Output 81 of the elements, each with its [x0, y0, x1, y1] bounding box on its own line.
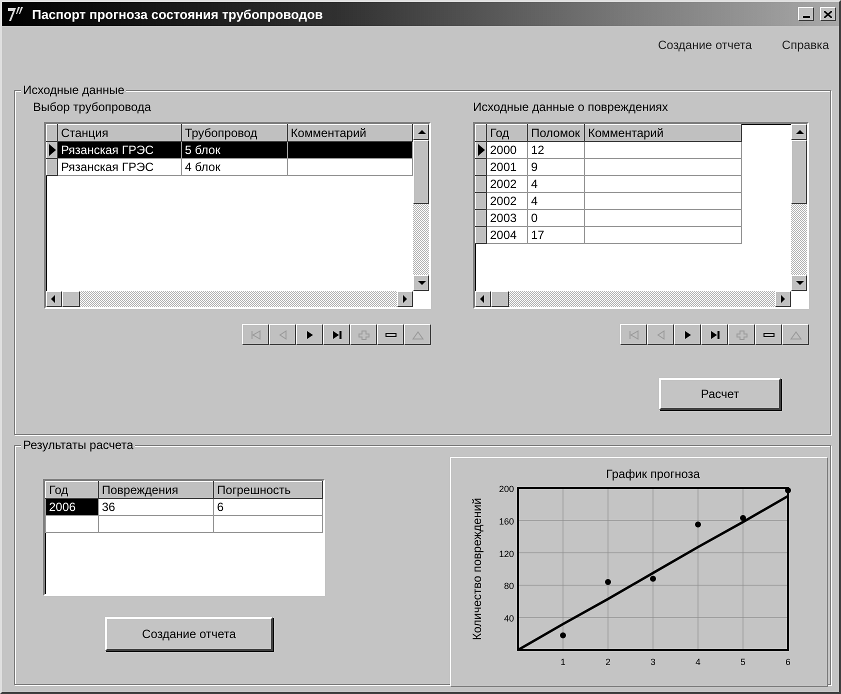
close-icon — [824, 10, 832, 18]
next-record-button[interactable] — [296, 324, 323, 345]
table-cell: 2001 — [486, 158, 528, 176]
data-point — [650, 576, 656, 582]
column-header[interactable]: Трубопровод — [181, 124, 288, 142]
plus-icon — [358, 330, 370, 340]
app-icon — [6, 5, 26, 23]
skip-first-icon — [250, 330, 262, 340]
table-cell: 9 — [528, 158, 584, 176]
section-label: Исходные данные о повреждениях — [473, 99, 668, 115]
plus-icon — [736, 330, 748, 340]
tick-label: 80 — [504, 581, 514, 592]
vertical-scrollbar[interactable] — [791, 124, 807, 291]
minimize-icon — [802, 16, 810, 18]
group-title: Исходные данные — [21, 83, 126, 97]
data-point — [560, 632, 566, 638]
data-point — [785, 487, 791, 494]
last-record-button[interactable] — [701, 324, 728, 345]
table-cell: 17 — [528, 226, 584, 244]
table-cell: 0 — [528, 210, 584, 226]
table-cell: 4 — [528, 176, 584, 192]
skip-last-icon — [330, 330, 342, 340]
section-label: Выбор трубопровода — [33, 99, 152, 115]
delete-record-button[interactable] — [755, 324, 782, 345]
skip-first-icon — [628, 330, 640, 340]
tick-label: 1 — [560, 657, 566, 667]
column-header[interactable]: Год — [46, 482, 98, 498]
column-header[interactable]: Комментарий — [287, 124, 412, 142]
table-cell: 4 — [528, 192, 584, 210]
next-record-button[interactable] — [674, 324, 701, 345]
close-button[interactable] — [820, 7, 836, 21]
minimize-button[interactable] — [798, 7, 814, 21]
table-cell: 2000 — [486, 142, 528, 158]
menu-item[interactable]: Справка — [782, 38, 829, 58]
triangle-up-icon — [412, 330, 424, 340]
window-title: Паспорт прогноза состояния трубопроводов — [32, 6, 323, 22]
table-cell: Рязанская ГРЭС — [57, 142, 182, 158]
triangle-up-icon — [790, 330, 802, 340]
table-cell: 2003 — [486, 210, 528, 226]
delete-record-button[interactable] — [377, 324, 404, 345]
column-header[interactable]: Поломок — [528, 124, 584, 142]
triangle-left-icon — [654, 330, 666, 340]
horizontal-scrollbar[interactable] — [46, 291, 413, 307]
tick-label: 3 — [650, 657, 656, 667]
table-cell: 2004 — [486, 226, 528, 244]
chart-title: График прогноза — [606, 467, 700, 481]
table-cell: 2006 — [46, 498, 98, 516]
table-cell: 2002 — [486, 192, 528, 210]
column-header[interactable]: Станция — [57, 124, 182, 142]
tick-label: 200 — [498, 484, 514, 494]
column-header[interactable]: Комментарий — [584, 124, 742, 142]
table-cell: 36 — [98, 498, 214, 516]
create-report-button[interactable]: Создание отчета — [105, 617, 273, 651]
group-title: Результаты расчета — [21, 438, 136, 452]
tick-label: 5 — [740, 657, 746, 667]
skip-last-icon — [708, 330, 720, 340]
triangle-left-icon — [276, 330, 288, 340]
table-cell: Рязанская ГРЭС — [57, 158, 182, 176]
calculate-button[interactable]: Расчет — [659, 378, 781, 410]
data-point — [605, 578, 611, 585]
tick-label: 4 — [696, 657, 700, 667]
tick-label: 120 — [498, 548, 514, 559]
tick-label: 160 — [498, 516, 514, 526]
last-record-button[interactable] — [323, 324, 350, 345]
data-point — [740, 514, 746, 521]
table-cell: 12 — [528, 142, 584, 158]
tick-label: 40 — [504, 614, 514, 624]
tick-label: 2 — [606, 657, 610, 667]
menu-item[interactable]: Создание отчета — [658, 38, 752, 58]
table-cell: 2002 — [486, 176, 528, 192]
table-cell: 4 блок — [181, 158, 288, 176]
table-cell: 6 — [214, 498, 322, 516]
vertical-scrollbar[interactable] — [413, 124, 429, 291]
column-header[interactable]: Год — [486, 124, 528, 142]
column-header[interactable]: Повреждения — [98, 482, 214, 498]
axis-title: Количество повреждений — [470, 498, 484, 640]
horizontal-scrollbar[interactable] — [475, 291, 791, 307]
column-header[interactable]: Погрешность — [214, 482, 322, 498]
table-cell: 5 блок — [181, 142, 288, 158]
data-point — [695, 521, 701, 528]
tick-label: 6 — [786, 657, 790, 667]
